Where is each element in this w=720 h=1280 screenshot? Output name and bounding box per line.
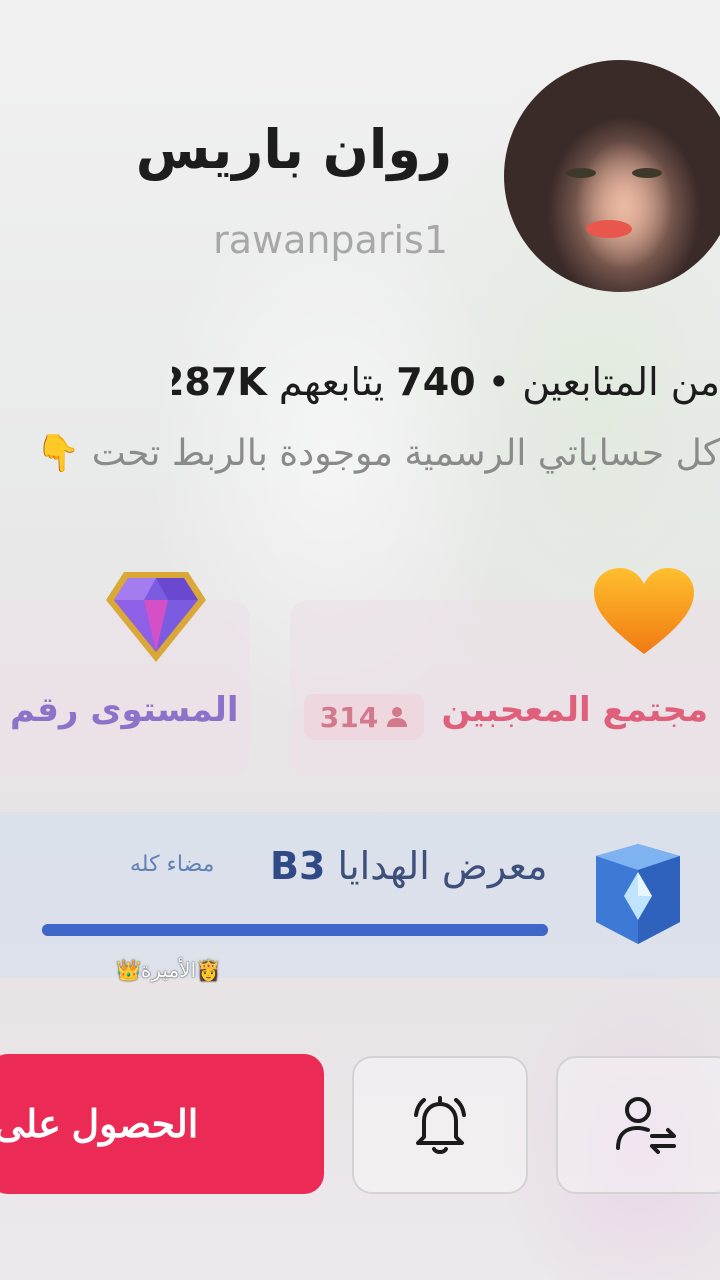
followers-count[interactable]: 287K <box>172 360 267 404</box>
gift-gallery-title: معرض الهدايا B3 <box>270 844 547 888</box>
avatar[interactable] <box>504 60 720 292</box>
gift-cube-icon <box>596 844 680 944</box>
fan-club-label[interactable]: مجتمع المعجبين <box>441 690 708 730</box>
gift-gallery-level: B3 <box>270 844 326 888</box>
followers-label: من المتابعين <box>522 360 720 404</box>
user-switch-button[interactable] <box>556 1056 720 1194</box>
princess-sticker: 👸الأميرة👑 <box>116 958 222 982</box>
pointing-down-emoji: 👇 <box>35 433 81 474</box>
bio-text: كل حساباتي الرسمية موجودة بالربط تحت <box>91 433 720 474</box>
get-button[interactable]: الحصول على <box>0 1054 324 1194</box>
notification-button[interactable] <box>352 1056 528 1194</box>
level-label[interactable]: المستوى رقم <box>10 690 239 730</box>
gift-gallery-label: معرض الهدايا <box>337 844 548 888</box>
fan-club-count-badge: 314 <box>304 694 424 740</box>
profile-name: روان باريس <box>135 118 452 181</box>
get-button-label: الحصول على <box>0 1103 199 1146</box>
follow-stats: من المتابعين • 740 يتابعهم 287K <box>172 360 720 410</box>
profile-handle: rawanparis1 <box>213 218 448 262</box>
following-count[interactable]: 740 <box>396 360 475 404</box>
separator: • <box>487 360 511 404</box>
heart-icon <box>594 568 694 654</box>
gift-gallery-subtitle: مضاء كله <box>130 852 215 877</box>
gift-progress-bar <box>42 924 548 936</box>
bio: كل حساباتي الرسمية موجودة بالربط تحت 👇 <box>18 432 720 482</box>
diamond-icon <box>106 572 206 662</box>
following-label[interactable]: يتابعهم <box>279 360 384 404</box>
fan-count: 314 <box>319 700 379 734</box>
person-icon <box>387 707 408 727</box>
bell-icon <box>414 1096 466 1154</box>
user-switch-icon <box>616 1097 676 1154</box>
gift-progress-fill <box>42 924 548 936</box>
